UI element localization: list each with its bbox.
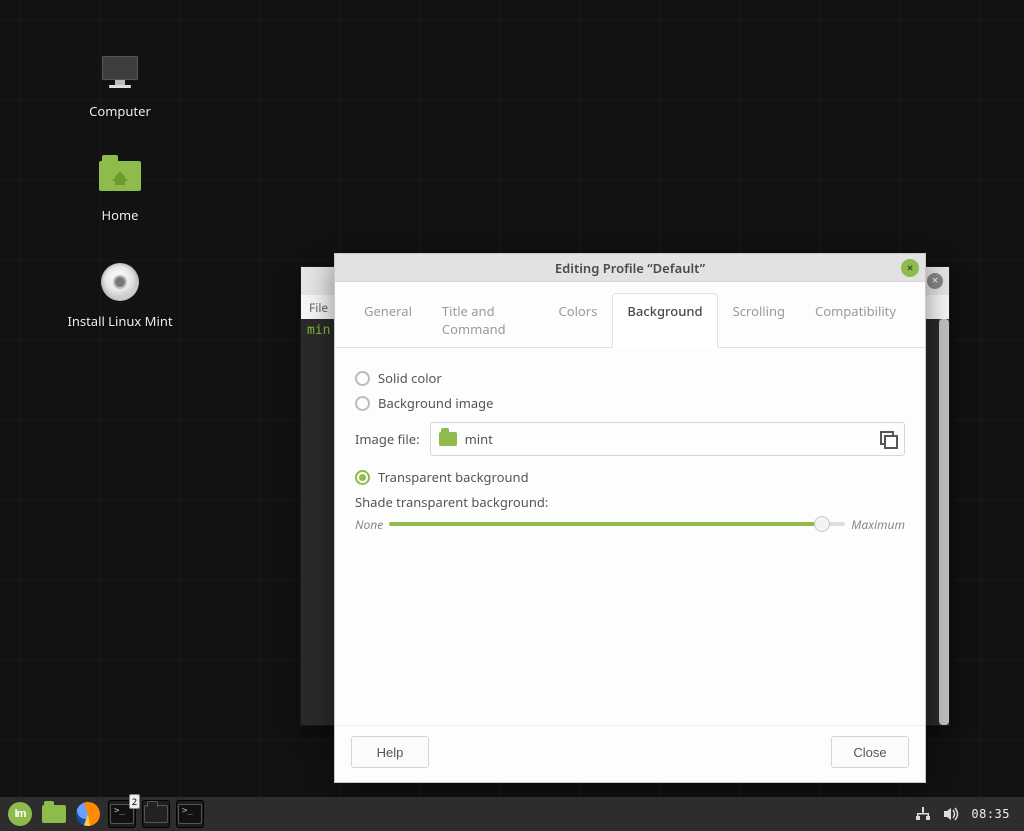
taskbar-files[interactable] <box>142 800 170 828</box>
folder-icon <box>42 805 66 823</box>
desktop-icon-label: Home <box>55 206 185 224</box>
files-icon <box>144 805 168 823</box>
taskbar-terminal[interactable]: 2 <box>108 800 136 828</box>
terminal-icon <box>178 804 202 824</box>
desktop-icon-label: Install Linux Mint <box>55 312 185 330</box>
taskbar-terminal-2[interactable] <box>176 800 204 828</box>
background-tab-body: Solid color Background image Image file:… <box>335 348 925 725</box>
volume-icon[interactable] <box>943 807 959 821</box>
home-folder-icon <box>96 152 144 200</box>
tab-title-command[interactable]: Title and Command <box>427 293 544 348</box>
image-file-chooser[interactable]: mint <box>430 422 905 456</box>
slider-min-label: None <box>355 516 383 533</box>
radio-transparent-background[interactable] <box>355 470 370 485</box>
dialog-close-button[interactable]: × <box>901 259 919 277</box>
desktop-icon-home[interactable]: Home <box>55 152 185 224</box>
profile-editor-dialog: Editing Profile “Default” × General Titl… <box>334 253 926 783</box>
dialog-title: Editing Profile “Default” <box>555 259 705 277</box>
radio-transparent-background-label: Transparent background <box>378 468 529 486</box>
network-icon[interactable] <box>915 807 931 821</box>
open-dialog-icon <box>880 431 896 447</box>
terminal-menu-file[interactable]: File <box>309 299 328 316</box>
terminal-prompt: min <box>307 323 330 338</box>
tab-background[interactable]: Background <box>612 293 717 348</box>
mint-logo-icon <box>8 802 32 826</box>
dialog-titlebar[interactable]: Editing Profile “Default” × <box>335 254 925 282</box>
install-cd-icon <box>96 258 144 306</box>
close-button[interactable]: Close <box>831 736 909 768</box>
close-icon[interactable]: × <box>927 273 943 289</box>
firefox-icon <box>76 802 100 826</box>
radio-solid-color-label: Solid color <box>378 369 442 387</box>
files-launcher[interactable] <box>40 800 68 828</box>
transparency-slider[interactable] <box>389 514 845 534</box>
slider-max-label: Maximum <box>851 516 905 533</box>
radio-solid-color[interactable] <box>355 371 370 386</box>
firefox-launcher[interactable] <box>74 800 102 828</box>
image-file-value: mint <box>465 430 493 448</box>
tab-compatibility[interactable]: Compatibility <box>800 293 911 348</box>
dialog-tabs: General Title and Command Colors Backgro… <box>335 282 925 348</box>
shade-label: Shade transparent background: <box>355 493 905 511</box>
slider-thumb[interactable] <box>814 516 830 532</box>
menu-button[interactable] <box>6 800 34 828</box>
system-tray: 08:35 <box>915 807 1018 821</box>
desktop-icon-label: Computer <box>55 102 185 120</box>
image-file-label: Image file: <box>355 430 420 448</box>
desktop-icon-computer[interactable]: Computer <box>55 48 185 120</box>
tab-scrolling[interactable]: Scrolling <box>718 293 800 348</box>
tab-general[interactable]: General <box>349 293 427 348</box>
tab-colors[interactable]: Colors <box>543 293 612 348</box>
help-button[interactable]: Help <box>351 736 429 768</box>
radio-background-image-label: Background image <box>378 394 493 412</box>
computer-icon <box>96 48 144 96</box>
dialog-footer: Help Close <box>335 725 925 782</box>
radio-background-image[interactable] <box>355 396 370 411</box>
terminal-count-badge: 2 <box>129 794 140 809</box>
terminal-scrollbar[interactable] <box>939 319 949 725</box>
folder-icon <box>439 432 457 446</box>
panel: 2 08:35 <box>0 797 1024 831</box>
desktop-icon-install[interactable]: Install Linux Mint <box>55 258 185 330</box>
panel-clock[interactable]: 08:35 <box>971 807 1010 821</box>
